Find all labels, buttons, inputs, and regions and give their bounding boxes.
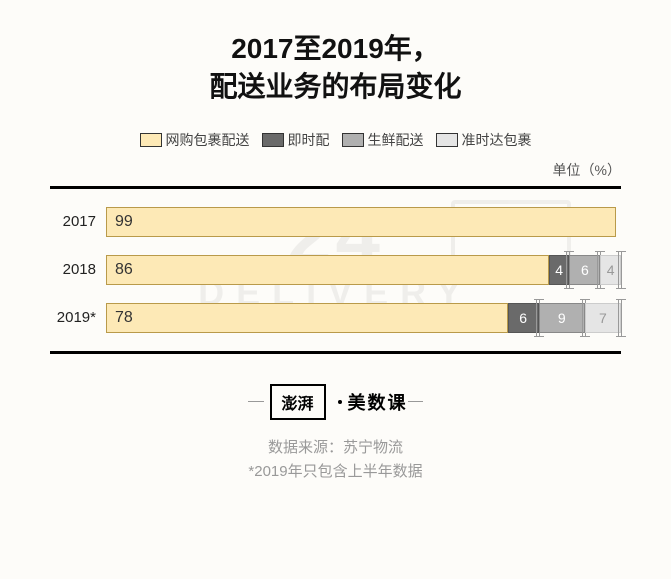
bar-segment-fresh: 9 <box>539 303 585 333</box>
brand-text: 美数课 <box>348 389 408 415</box>
bar-segment-online: 86 <box>106 255 549 285</box>
chart-title: 2017至2019年， 配送业务的布局变化 <box>209 30 461 106</box>
legend-online: 网购包裹配送 <box>140 130 250 150</box>
y-label: 2017 <box>50 213 106 230</box>
legend-instant: 即时配 <box>262 130 330 150</box>
bar-segment-online: 99 <box>106 207 616 237</box>
bar-segment-instant: 6 <box>508 303 539 333</box>
bar-row-2019: 2019* 78 6 9 7 <box>50 297 621 339</box>
bar-segment-online: 78 <box>106 303 508 333</box>
bar-row-2018: 2018 86 4 6 4 <box>50 249 621 291</box>
bar-segment-ontime: 7 <box>585 303 621 333</box>
source-text: 数据来源：苏宁物流 *2019年只包含上半年数据 <box>248 436 422 484</box>
unit-label: 单位（%） <box>50 160 621 180</box>
legend: 网购包裹配送 即时配 生鲜配送 准时达包裹 <box>140 130 532 150</box>
bar-segment-ontime: 4 <box>600 255 621 285</box>
legend-fresh: 生鲜配送 <box>342 130 424 150</box>
footer: 澎湃 美数课 数据来源：苏宁物流 *2019年只包含上半年数据 <box>248 384 422 484</box>
bar-row-2017: 2017 99 <box>50 201 621 243</box>
bar-segment-fresh: 6 <box>569 255 600 285</box>
y-label: 2018 <box>50 261 106 278</box>
y-label: 2019* <box>50 309 106 326</box>
bar-segment-instant: 4 <box>549 255 570 285</box>
brand-logo-box: 澎湃 <box>270 384 326 420</box>
legend-ontime: 准时达包裹 <box>436 130 532 150</box>
bar-chart: 2017 99 2018 86 4 6 4 2019* 78 6 9 7 <box>50 186 621 354</box>
brand: 澎湃 美数课 <box>248 384 422 420</box>
chart-container: 2017至2019年， 配送业务的布局变化 网购包裹配送 即时配 生鲜配送 准时… <box>0 0 671 579</box>
